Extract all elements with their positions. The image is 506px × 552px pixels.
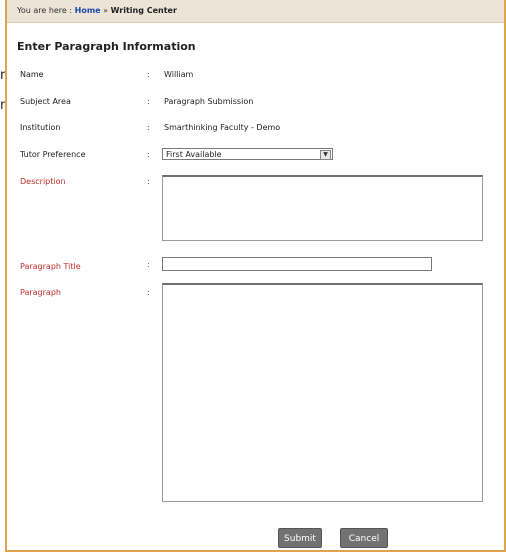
subject-label: Subject Area [20,97,71,106]
institution-colon: : [147,123,150,132]
description-colon: : [147,177,150,186]
breadcrumb-home-link[interactable]: Home [75,6,101,15]
breadcrumb: You are here : Home » Writing Center [7,0,504,23]
paragraph-textarea[interactable] [162,283,483,502]
paragraph-colon: : [147,288,150,297]
cancel-button[interactable]: Cancel [340,528,388,548]
writing-center-panel: You are here : Home » Writing Center Ent… [5,0,506,552]
submit-button[interactable]: Submit [278,528,322,548]
breadcrumb-separator: » [103,6,109,15]
paragraph-title-label: Paragraph Title [20,262,81,271]
description-label: Description [20,177,66,186]
subject-colon: : [147,97,150,106]
tutor-preference-selected: First Available [166,150,222,159]
name-colon: : [147,70,150,79]
name-value: William [164,70,194,79]
chevron-down-icon[interactable]: ▼ [320,150,331,160]
page-title: Enter Paragraph Information [17,40,196,53]
institution-value: Smarthinking Faculty - Demo [164,123,281,132]
tutor-preference-colon: : [147,150,150,159]
paragraph-label: Paragraph [20,288,61,297]
tutor-preference-label: Tutor Preference [20,150,86,159]
tutor-preference-select[interactable]: First Available ▼ [162,148,333,160]
description-textarea[interactable] [162,175,483,241]
paragraph-title-input[interactable] [162,257,432,271]
breadcrumb-prefix: You are here : [17,6,73,15]
paragraph-title-colon: : [147,260,150,269]
subject-value: Paragraph Submission [164,97,254,106]
institution-label: Institution [20,123,61,132]
name-label: Name [20,70,44,79]
breadcrumb-current: Writing Center [110,6,177,15]
